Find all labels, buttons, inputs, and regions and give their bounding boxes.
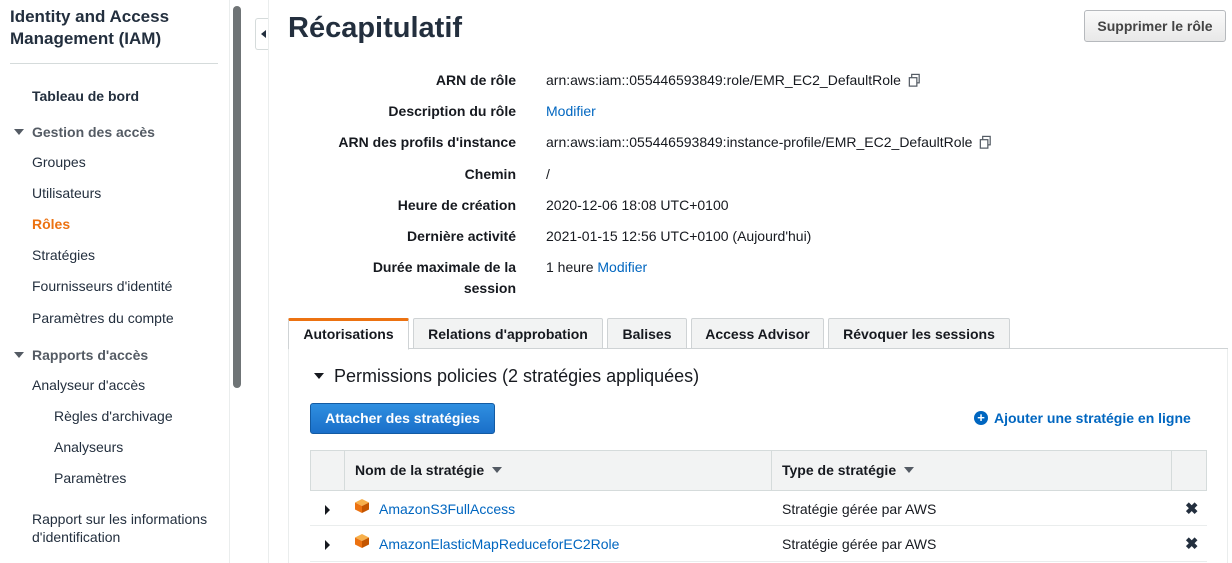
- chevron-left-icon: [261, 30, 266, 38]
- remove-policy-icon[interactable]: ✖: [1185, 534, 1198, 554]
- summary-label-role-arn: ARN de rôle: [435, 72, 516, 88]
- summary-label-role-description: Description du rôle: [388, 103, 516, 119]
- sidebar-item-dashboard[interactable]: Tableau de bord: [32, 88, 139, 104]
- main-divider: [268, 0, 269, 563]
- sidebar-section-label: Gestion des accès: [32, 124, 155, 140]
- summary-value-creation-time: 2020-12-06 18:08 UTC+0100: [546, 197, 729, 213]
- policy-link-emr-ec2-role[interactable]: AmazonElasticMapReduceforEC2Role: [379, 536, 619, 552]
- chevron-down-icon: [14, 352, 24, 359]
- sort-down-icon: [904, 467, 915, 474]
- page-title: Récapitulatif: [288, 12, 463, 44]
- sidebar-section-access-reports[interactable]: Rapports d'accès: [14, 347, 148, 363]
- column-divider: [344, 450, 345, 491]
- summary-label-last-activity: Dernière activité: [407, 228, 516, 244]
- column-header-label: Type de stratégie: [782, 462, 897, 478]
- attach-policies-button[interactable]: Attacher des stratégies: [310, 403, 495, 434]
- policy-type: Stratégie gérée par AWS: [782, 501, 937, 517]
- max-session-text: 1 heure: [546, 259, 594, 275]
- role-arn-text: arn:aws:iam::055446593849:role/EMR_EC2_D…: [546, 72, 901, 88]
- policy-link-s3-full-access[interactable]: AmazonS3FullAccess: [379, 501, 515, 517]
- add-inline-policy-link[interactable]: + Ajouter une stratégie en ligne: [974, 410, 1191, 426]
- tab-revoke-sessions[interactable]: Révoquer les sessions: [828, 318, 1010, 349]
- sidebar-title: Identity and Access Management (IAM): [10, 7, 170, 48]
- summary-label-creation-time: Heure de création: [397, 197, 516, 213]
- sidebar-item-roles[interactable]: Rôles: [32, 216, 70, 232]
- summary-label-path: Chemin: [464, 166, 516, 182]
- column-header-policy-type[interactable]: Type de stratégie: [782, 450, 915, 491]
- column-divider: [1171, 450, 1172, 491]
- summary-value-instance-profile-arn: arn:aws:iam::055446593849:instance-profi…: [546, 132, 993, 153]
- add-inline-policy-label: Ajouter une stratégie en ligne: [994, 410, 1191, 426]
- sidebar-item-access-analyzer[interactable]: Analyseur d'accès: [32, 377, 145, 393]
- sidebar-item-archive-rules[interactable]: Règles d'archivage: [54, 408, 173, 424]
- summary-value-role-arn: arn:aws:iam::055446593849:role/EMR_EC2_D…: [546, 70, 922, 91]
- summary-label-instance-profile-arn: ARN des profils d'instance: [338, 134, 516, 150]
- sidebar-item-credential-report[interactable]: Rapport sur les informations d'identific…: [32, 510, 217, 546]
- remove-policy-icon[interactable]: ✖: [1185, 499, 1198, 519]
- sidebar-divider: [10, 63, 218, 64]
- permissions-section-toggle[interactable]: Permissions policies (2 stratégies appli…: [314, 366, 699, 387]
- tab-permissions[interactable]: Autorisations: [288, 318, 409, 350]
- sidebar-scrollbar[interactable]: [233, 6, 241, 388]
- sidebar-item-analyzers[interactable]: Analyseurs: [54, 439, 123, 455]
- copy-icon[interactable]: [978, 135, 993, 150]
- summary-value-last-activity: 2021-01-15 12:56 UTC+0100 (Aujourd'hui): [546, 228, 812, 244]
- sidebar-section-access-management[interactable]: Gestion des accès: [14, 124, 155, 140]
- tab-trust-relationships[interactable]: Relations d'approbation: [413, 318, 603, 349]
- tab-access-advisor[interactable]: Access Advisor: [691, 318, 824, 349]
- summary-label-max-session: Durée maximale de la session: [372, 259, 516, 296]
- plus-circle-icon: +: [974, 411, 988, 426]
- chevron-down-icon: [14, 129, 24, 136]
- sidebar-item-account-settings[interactable]: Paramètres du compte: [32, 310, 174, 326]
- sidebar: Identity and Access Management (IAM) Tab…: [0, 0, 230, 563]
- column-divider: [771, 450, 772, 491]
- sidebar-item-identity-providers[interactable]: Fournisseurs d'identité: [32, 278, 172, 294]
- edit-description-link[interactable]: Modifier: [546, 101, 596, 122]
- chevron-down-icon: [314, 373, 324, 380]
- permissions-title: Permissions policies (2 stratégies appli…: [334, 366, 700, 386]
- edit-max-session-link[interactable]: Modifier: [597, 259, 647, 275]
- sidebar-section-label: Rapports d'accès: [32, 347, 149, 363]
- tab-tags[interactable]: Balises: [607, 318, 687, 349]
- sidebar-item-groups[interactable]: Groupes: [32, 154, 86, 170]
- column-header-policy-name[interactable]: Nom de la stratégie: [355, 450, 503, 491]
- sidebar-collapse-button[interactable]: [255, 18, 269, 50]
- expand-row-icon[interactable]: [325, 505, 330, 515]
- policy-type: Stratégie gérée par AWS: [782, 536, 937, 552]
- sidebar-item-users[interactable]: Utilisateurs: [32, 185, 101, 201]
- aws-policy-icon: [355, 534, 369, 548]
- aws-policy-icon: [355, 499, 369, 513]
- sort-down-icon: [492, 467, 503, 474]
- sidebar-item-policies[interactable]: Stratégies: [32, 247, 95, 263]
- sidebar-item-settings[interactable]: Paramètres: [54, 470, 126, 486]
- instance-profile-arn-text: arn:aws:iam::055446593849:instance-profi…: [546, 134, 973, 150]
- delete-role-button[interactable]: Supprimer le rôle: [1084, 10, 1226, 42]
- summary-value-path: /: [546, 166, 550, 182]
- copy-icon[interactable]: [907, 73, 922, 88]
- summary-value-max-session: 1 heure Modifier: [546, 257, 647, 278]
- column-header-label: Nom de la stratégie: [355, 462, 485, 478]
- expand-row-icon[interactable]: [325, 540, 330, 550]
